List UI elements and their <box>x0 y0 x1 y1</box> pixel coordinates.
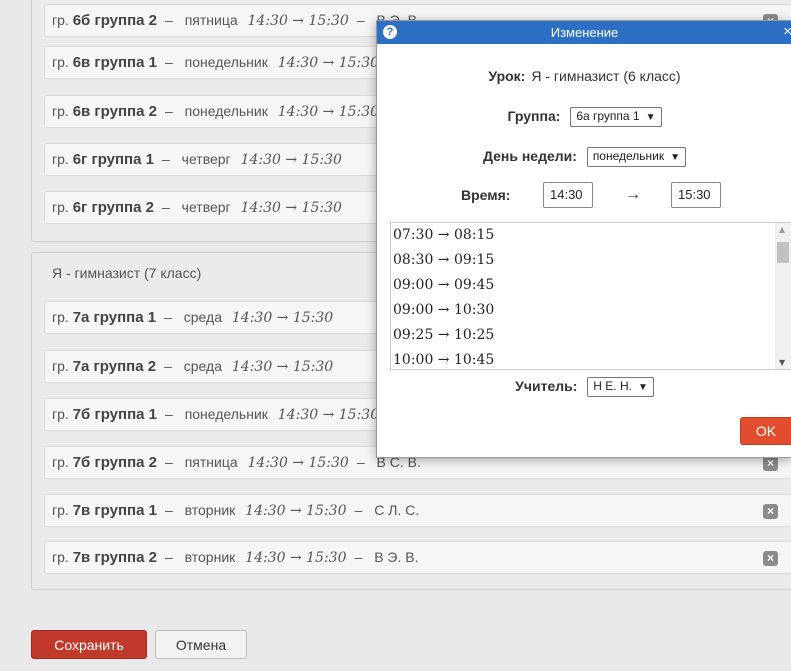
delete-icon[interactable]: × <box>763 551 778 566</box>
dialog-title: Изменение <box>550 25 619 40</box>
row-prefix: гр. <box>52 199 69 215</box>
row-group: 6б группа 2 <box>72 12 157 29</box>
row-prefix: гр. <box>52 502 69 518</box>
scrollbar[interactable]: ▲ ▼ <box>775 223 791 369</box>
ok-button[interactable]: OK <box>740 417 791 445</box>
lesson-row[interactable]: гр. 7в группа 1– вторник 14:30 → 15:30– … <box>44 494 791 527</box>
row-day: среда <box>183 358 222 374</box>
save-button[interactable]: Сохранить <box>31 630 147 659</box>
row-group: 6г группа 1 <box>72 151 154 168</box>
teacher-label: Учитель: <box>515 377 578 394</box>
time-from-input[interactable]: 14:30 <box>543 182 593 208</box>
list-item[interactable]: 09:00 → 09:45 <box>391 273 791 298</box>
row-group: 7б группа 2 <box>72 454 157 471</box>
time-to-input[interactable]: 15:30 <box>671 182 721 208</box>
row-prefix: гр. <box>52 454 69 470</box>
row-prefix: гр. <box>52 358 69 374</box>
row-time: 14:30 → 15:30 <box>240 152 342 168</box>
day-label: День недели: <box>482 147 577 164</box>
row-day: вторник <box>184 502 236 518</box>
lesson-label: Урок: <box>488 68 526 84</box>
lesson-field: Урок: Я - гимназист (6 класс) <box>377 68 791 84</box>
row-time: 14:30 → 15:30 <box>231 310 334 326</box>
group-field: Группа: 6а группа 1 ▼ <box>377 107 791 127</box>
row-day: среда <box>183 309 222 325</box>
row-prefix: гр. <box>52 54 69 70</box>
teacher-select[interactable]: Н Е. Н. ▼ <box>587 377 654 397</box>
scroll-down-icon[interactable]: ▼ <box>779 358 785 367</box>
chevron-down-icon: ▼ <box>645 112 656 123</box>
row-time: 14:30 → 15:30 <box>247 455 349 471</box>
row-prefix: гр. <box>52 549 69 565</box>
group-select[interactable]: 6а группа 1 ▼ <box>570 107 662 127</box>
row-time: 14:30 → 15:30 <box>247 13 349 29</box>
row-day: понедельник <box>184 103 268 119</box>
row-teacher: С Л. С. <box>374 502 420 518</box>
row-group: 7а группа 2 <box>72 358 157 375</box>
list-item[interactable]: 10:00 → 10:45 <box>391 348 791 369</box>
row-group: 6в группа 2 <box>72 103 157 120</box>
row-group: 7в группа 1 <box>72 502 157 519</box>
chevron-down-icon: ▼ <box>637 382 648 393</box>
time-options-list[interactable]: 07:30 → 08:15 08:30 → 09:15 09:00 → 09:4… <box>390 222 791 370</box>
time-label: Время: <box>461 187 511 203</box>
section-title: Я - гимназист (7 класс) <box>52 265 202 281</box>
row-time: 14:30 → 15:30 <box>245 503 347 519</box>
row-day: четверг <box>181 151 231 167</box>
row-group: 6в группа 1 <box>72 54 157 71</box>
list-item[interactable]: 09:25 → 10:25 <box>391 323 791 348</box>
row-prefix: гр. <box>52 151 69 167</box>
row-time: 14:30 → 15:30 <box>277 55 380 71</box>
time-arrow: → <box>625 186 641 203</box>
list-item[interactable]: 07:30 → 08:15 <box>391 223 791 248</box>
row-prefix: гр. <box>52 103 69 119</box>
chevron-down-icon: ▼ <box>670 152 681 163</box>
row-time: 14:30 → 15:30 <box>231 359 334 375</box>
delete-icon[interactable]: × <box>763 504 778 519</box>
row-day: вторник <box>184 549 236 565</box>
row-group: 7а группа 1 <box>72 309 157 326</box>
scroll-thumb[interactable] <box>777 242 789 263</box>
row-day: понедельник <box>184 406 268 422</box>
row-group: 7б группа 1 <box>72 406 157 423</box>
scroll-up-icon[interactable]: ▲ <box>779 225 785 234</box>
lesson-value: Я - гимназист (6 класс) <box>531 68 681 84</box>
row-teacher: В Э. В. <box>374 549 419 565</box>
row-day: четверг <box>181 199 231 215</box>
row-prefix: гр. <box>52 309 69 325</box>
row-day: пятница <box>184 12 238 28</box>
edit-dialog: ? Изменение × Урок: Я - гимназист (6 клас… <box>376 20 791 458</box>
row-time: 14:30 → 15:30 <box>277 104 380 120</box>
close-icon[interactable]: × <box>783 23 791 40</box>
group-label: Группа: <box>507 107 561 124</box>
row-group: 7в группа 2 <box>72 549 157 566</box>
row-time: 14:30 → 15:30 <box>240 200 342 216</box>
list-item[interactable]: 08:30 → 09:15 <box>391 248 791 273</box>
row-prefix: гр. <box>52 406 69 422</box>
delete-icon[interactable]: × <box>763 456 778 471</box>
row-prefix: гр. <box>52 12 69 28</box>
row-group: 6г группа 2 <box>72 199 154 216</box>
row-day: пятница <box>184 454 238 470</box>
dialog-header[interactable]: ? Изменение × <box>377 21 791 44</box>
teacher-field: Учитель: Н Е. Н. ▼ <box>377 377 791 397</box>
row-time: 14:30 → 15:30 <box>245 550 347 566</box>
day-select[interactable]: понедельник ▼ <box>586 147 687 167</box>
row-day: понедельник <box>184 54 268 70</box>
list-item[interactable]: 09:00 → 10:30 <box>391 298 791 323</box>
lesson-row[interactable]: гр. 7в группа 2– вторник 14:30 → 15:30– … <box>44 541 791 574</box>
cancel-button[interactable]: Отмена <box>155 630 247 659</box>
day-field: День недели: понедельник ▼ <box>377 147 791 167</box>
row-time: 14:30 → 15:30 <box>277 407 380 423</box>
